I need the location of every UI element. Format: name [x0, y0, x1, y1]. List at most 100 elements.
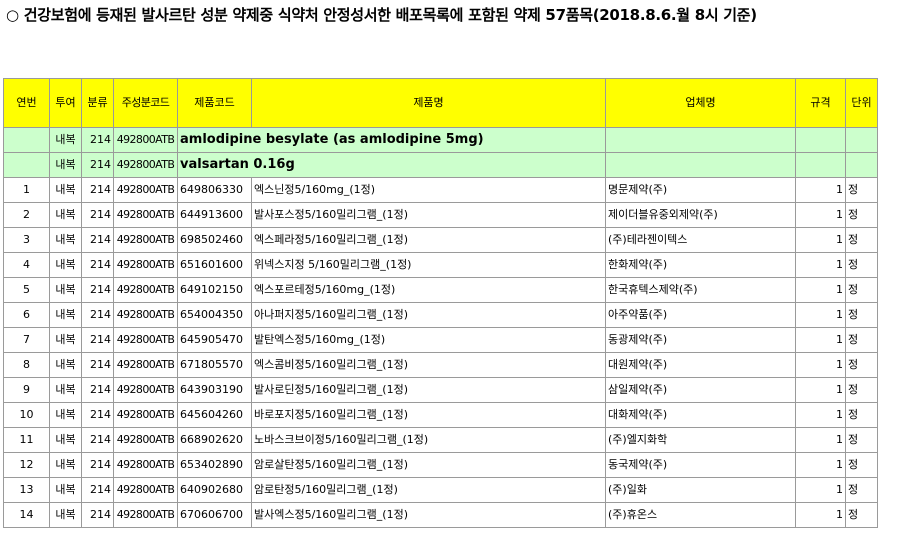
cell-no[interactable]: 2 [3, 202, 50, 228]
cell[interactable] [3, 152, 50, 178]
cell-route[interactable]: 내복 [49, 427, 82, 453]
cell-product-name[interactable]: 발사엑스정5/160밀리그램_(1정) [251, 502, 606, 528]
cell-class[interactable]: 214 [81, 452, 114, 478]
cell-unit[interactable]: 정 [845, 327, 878, 353]
cell-class[interactable]: 214 [81, 502, 114, 528]
cell-route[interactable]: 내복 [49, 127, 82, 153]
cell-spec[interactable]: 1 [795, 227, 846, 253]
cell[interactable] [845, 152, 878, 178]
cell-product-code[interactable]: 671805570 [177, 352, 252, 378]
cell-no[interactable]: 10 [3, 402, 50, 428]
cell-product-name[interactable]: 발탄엑스정5/160mg_(1정) [251, 327, 606, 353]
cell-spec[interactable]: 1 [795, 452, 846, 478]
cell-no[interactable]: 1 [3, 177, 50, 203]
cell-unit[interactable]: 정 [845, 227, 878, 253]
cell-ingredient-code[interactable]: 492800ATB [113, 427, 178, 453]
header-no[interactable]: 연번 [3, 78, 50, 128]
cell-route[interactable]: 내복 [49, 277, 82, 303]
cell-class[interactable]: 214 [81, 152, 114, 178]
cell-route[interactable]: 내복 [49, 402, 82, 428]
header-spec[interactable]: 규격 [795, 78, 846, 128]
header-unit[interactable]: 단위 [845, 78, 878, 128]
cell-no[interactable]: 4 [3, 252, 50, 278]
cell-company[interactable]: 한화제약(주) [605, 252, 796, 278]
cell-ingredient-code[interactable]: 492800ATB [113, 402, 178, 428]
cell-product-code[interactable]: 653402890 [177, 452, 252, 478]
cell-ingredient-code[interactable]: 492800ATB [113, 227, 178, 253]
cell-ingredient-code[interactable]: 492800ATB [113, 327, 178, 353]
header-company[interactable]: 업체명 [605, 78, 796, 128]
cell-product-code[interactable]: 670606700 [177, 502, 252, 528]
cell-spec[interactable]: 1 [795, 477, 846, 503]
cell-company[interactable]: (주)엘지화학 [605, 427, 796, 453]
cell-spec[interactable]: 1 [795, 202, 846, 228]
cell-product-code[interactable]: 644913600 [177, 202, 252, 228]
cell-spec[interactable]: 1 [795, 427, 846, 453]
cell-product-code[interactable]: 651601600 [177, 252, 252, 278]
cell-class[interactable]: 214 [81, 352, 114, 378]
cell-product-name[interactable]: 위넥스지정 5/160밀리그램_(1정) [251, 252, 606, 278]
header-class[interactable]: 분류 [81, 78, 114, 128]
cell-route[interactable]: 내복 [49, 377, 82, 403]
cell-unit[interactable]: 정 [845, 352, 878, 378]
cell-company[interactable]: 대화제약(주) [605, 402, 796, 428]
cell-no[interactable]: 8 [3, 352, 50, 378]
cell-route[interactable]: 내복 [49, 177, 82, 203]
cell-product-name[interactable]: 바로포지정5/160밀리그램_(1정) [251, 402, 606, 428]
cell-no[interactable]: 3 [3, 227, 50, 253]
cell-spec[interactable]: 1 [795, 177, 846, 203]
cell[interactable] [605, 152, 796, 178]
cell-unit[interactable]: 정 [845, 377, 878, 403]
cell-spec[interactable]: 1 [795, 352, 846, 378]
cell-route[interactable]: 내복 [49, 252, 82, 278]
cell-route[interactable]: 내복 [49, 452, 82, 478]
cell-ingredient-code[interactable]: 492800ATB [113, 352, 178, 378]
cell-ingredient-code[interactable]: 492800ATB [113, 277, 178, 303]
header-route[interactable]: 투여 [49, 78, 82, 128]
cell-product-code[interactable]: 649806330 [177, 177, 252, 203]
cell-product-name[interactable]: 엑스포르테정5/160mg_(1정) [251, 277, 606, 303]
cell-product-name[interactable]: 암로살탄정5/160밀리그램_(1정) [251, 452, 606, 478]
cell-no[interactable]: 13 [3, 477, 50, 503]
cell-company[interactable]: (주)휴온스 [605, 502, 796, 528]
cell-spec[interactable]: 1 [795, 302, 846, 328]
cell-route[interactable]: 내복 [49, 227, 82, 253]
cell-spec[interactable]: 1 [795, 327, 846, 353]
header-product-name[interactable]: 제품명 [251, 78, 606, 128]
cell-unit[interactable]: 정 [845, 402, 878, 428]
cell-spec[interactable]: 1 [795, 377, 846, 403]
cell-unit[interactable]: 정 [845, 427, 878, 453]
cell-no[interactable]: 5 [3, 277, 50, 303]
cell-ingredient-code[interactable]: 492800ATB [113, 477, 178, 503]
cell-class[interactable]: 214 [81, 277, 114, 303]
cell-class[interactable]: 214 [81, 427, 114, 453]
cell[interactable] [795, 127, 846, 153]
cell-spec[interactable]: 1 [795, 502, 846, 528]
cell-route[interactable]: 내복 [49, 302, 82, 328]
cell-class[interactable]: 214 [81, 377, 114, 403]
cell-product-name[interactable]: 암로탄정5/160밀리그램_(1정) [251, 477, 606, 503]
cell-product-code[interactable]: 640902680 [177, 477, 252, 503]
cell-company[interactable]: 한국휴텍스제약(주) [605, 277, 796, 303]
cell-unit[interactable]: 정 [845, 502, 878, 528]
cell-class[interactable]: 214 [81, 327, 114, 353]
cell-no[interactable]: 6 [3, 302, 50, 328]
cell-spec[interactable]: 1 [795, 252, 846, 278]
cell-unit[interactable]: 정 [845, 277, 878, 303]
header-ingredient-code[interactable]: 주성분코드 [113, 78, 178, 128]
cell-unit[interactable]: 정 [845, 477, 878, 503]
cell-ingredient-code[interactable]: 492800ATB [113, 377, 178, 403]
cell-company[interactable]: 삼일제약(주) [605, 377, 796, 403]
cell-class[interactable]: 214 [81, 302, 114, 328]
cell-product-name[interactable]: 엑스콤비정5/160밀리그램_(1정) [251, 352, 606, 378]
cell-product-name[interactable]: 발사로딘정5/160밀리그램_(1정) [251, 377, 606, 403]
cell[interactable] [845, 127, 878, 153]
cell-ingredient-name[interactable]: amlodipine besylate (as amlodipine 5mg) [177, 127, 606, 153]
cell-product-name[interactable]: 노바스크브이정5/160밀리그램_(1정) [251, 427, 606, 453]
cell-company[interactable]: 아주약품(주) [605, 302, 796, 328]
cell-ingredient-code[interactable]: 492800ATB [113, 452, 178, 478]
cell-company[interactable]: 제이더블유중외제약(주) [605, 202, 796, 228]
cell-no[interactable]: 11 [3, 427, 50, 453]
cell-unit[interactable]: 정 [845, 202, 878, 228]
cell-product-code[interactable]: 649102150 [177, 277, 252, 303]
